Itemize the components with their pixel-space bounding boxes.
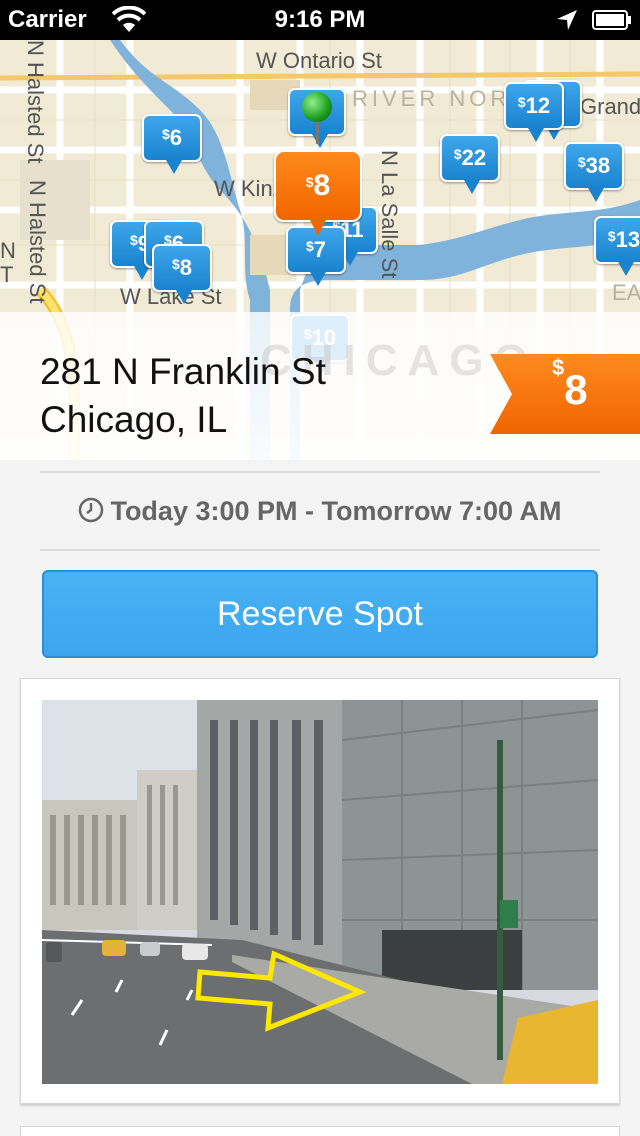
street-label-n-lasalle: N La Salle St <box>377 150 402 279</box>
next-card <box>20 1126 620 1136</box>
screen: Carrier 9:16 PM W Ontario St RIVER NORTH… <box>0 0 640 1136</box>
price-marker-22[interactable]: $22 <box>440 134 500 194</box>
listing-address: 281 N Franklin St Chicago, IL <box>40 348 326 444</box>
current-location-pin-icon[interactable] <box>302 92 332 122</box>
street-view-photo[interactable] <box>42 700 598 1084</box>
street-label-east: EA <box>612 280 640 305</box>
address-line2: Chicago, IL <box>40 399 228 440</box>
time-range: Today 3:00 PM - Tomorrow 7:00 AM <box>0 496 640 527</box>
battery-icon <box>592 10 631 30</box>
price-marker-8[interactable]: $8 <box>152 244 212 304</box>
selected-price-marker[interactable]: $8 <box>274 150 362 236</box>
street-label-edge-n: N <box>0 238 16 263</box>
price-marker-13[interactable]: $13 <box>594 216 640 276</box>
divider-bottom <box>40 549 600 551</box>
street-view-card[interactable] <box>20 678 620 1104</box>
time-range-text: Today 3:00 PM - Tomorrow 7:00 AM <box>110 496 562 526</box>
street-label-grand: Grand <box>580 94 640 119</box>
status-bar: Carrier 9:16 PM <box>0 0 640 40</box>
street-label-w-ontario: W Ontario St <box>256 48 382 73</box>
street-label-edge-t: T <box>0 262 14 287</box>
price-marker-12[interactable]: $12 <box>504 82 564 142</box>
street-label-n-halsted-top: N Halsted St <box>23 40 48 164</box>
price-flag: $8 <box>490 354 640 434</box>
street-label-n-halsted: N Halsted St <box>25 180 50 304</box>
clock-time: 9:16 PM <box>274 6 366 33</box>
location-arrow-icon <box>557 10 577 30</box>
reserve-spot-button[interactable]: Reserve Spot <box>42 570 598 658</box>
divider-top <box>40 471 600 473</box>
price-marker-6[interactable]: $6 <box>142 114 202 174</box>
address-line1: 281 N Franklin St <box>40 351 326 392</box>
price-marker-38[interactable]: $38 <box>564 142 624 202</box>
clock-icon <box>79 497 104 523</box>
price-value: $8 <box>552 355 588 413</box>
